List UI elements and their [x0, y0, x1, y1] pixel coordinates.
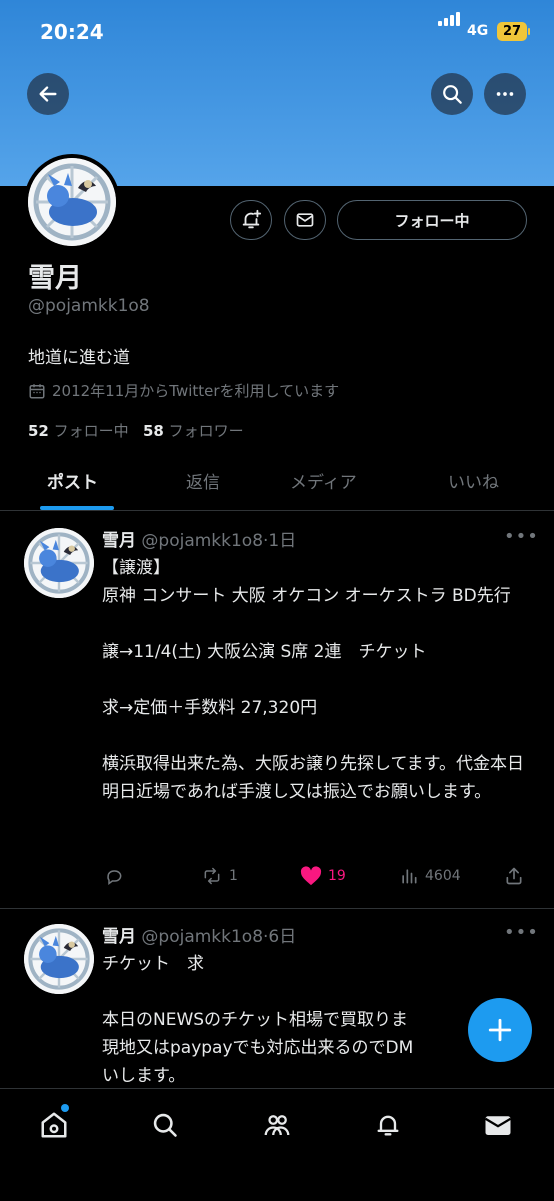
repost-count: 1 [229, 868, 238, 884]
bottom-nav [0, 1088, 554, 1201]
plus-icon [488, 1018, 512, 1042]
post-item[interactable]: 雪月 @pojamkk1o8·1日 ••• 【譲渡】 原神 コンサート 大阪 オ… [0, 520, 554, 908]
post-actions: 1 19 4604 [0, 866, 554, 890]
profile-handle: @pojamkk1o8 [28, 296, 150, 316]
share-button[interactable] [504, 866, 524, 886]
post-author-handle: @pojamkk1o8 [141, 927, 264, 947]
tab-likes[interactable]: いいね [448, 468, 499, 493]
search-icon [443, 85, 462, 104]
reply-icon [107, 870, 122, 885]
following-link[interactable]: 52 フォロー中 [28, 422, 129, 440]
joined-date: 2012年11月からTwitterを利用しています [28, 380, 339, 401]
followers-count: 58 [142, 422, 164, 440]
nav-communities[interactable] [257, 1105, 297, 1145]
post-author-name[interactable]: 雪月 [102, 531, 136, 551]
joined-text: 2012年11月からTwitterを利用しています [52, 382, 340, 400]
tab-replies[interactable]: 返信 [186, 468, 220, 493]
profile-bio: 地道に進む道 [28, 348, 130, 368]
more-button[interactable] [484, 73, 526, 115]
post-avatar[interactable] [24, 924, 94, 994]
reply-button[interactable] [104, 866, 130, 886]
post-avatar[interactable] [24, 528, 94, 598]
messages-icon [484, 1116, 512, 1135]
calendar-icon [29, 383, 45, 398]
post-header: 雪月 @pojamkk1o8·1日 [102, 526, 296, 551]
notify-button[interactable] [230, 200, 272, 240]
home-icon [41, 1112, 67, 1138]
communities-icon [264, 1115, 290, 1136]
tab-posts[interactable]: ポスト [47, 468, 98, 493]
post-author-name[interactable]: 雪月 [102, 927, 136, 947]
nav-explore[interactable] [145, 1105, 185, 1145]
views-count: 4604 [425, 868, 461, 884]
tab-media[interactable]: メディア [290, 468, 357, 493]
nav-notifications[interactable] [368, 1105, 408, 1145]
post-item[interactable]: 雪月 @pojamkk1o8·6日 ••• チケット 求 本日のNEWSのチケッ… [0, 916, 554, 1088]
nav-messages[interactable] [478, 1105, 518, 1145]
profile-name: 雪月 [28, 263, 82, 294]
status-bar: 20:24 4G 27 [0, 0, 554, 66]
search-button[interactable] [431, 73, 473, 115]
post-author-handle: @pojamkk1o8 [141, 531, 264, 551]
bell-plus-icon [242, 209, 262, 229]
following-button[interactable]: フォロー中 [337, 200, 527, 240]
back-button[interactable] [27, 73, 69, 115]
avatar-image [24, 528, 94, 598]
post-text: 【譲渡】 原神 コンサート 大阪 オケコン オーケストラ BD先行 譲→11/4… [102, 558, 524, 802]
mail-icon [296, 213, 314, 227]
battery-icon: 27 [497, 22, 527, 41]
like-button[interactable]: 19 [300, 866, 346, 886]
notifications-icon [377, 1115, 399, 1136]
post-time: ·1日 [263, 531, 297, 551]
follow-counts: 52 フォロー中 58 フォロワー [28, 420, 244, 441]
tab-indicator [40, 506, 114, 510]
back-arrow-icon [39, 86, 57, 102]
profile-avatar[interactable] [24, 154, 120, 250]
post-divider [0, 908, 554, 909]
post-more-icon[interactable]: ••• [504, 922, 539, 943]
post-more-icon[interactable]: ••• [504, 526, 539, 547]
following-count: 52 [28, 422, 49, 440]
followers-label: フォロワー [168, 422, 244, 440]
views-button[interactable]: 4604 [399, 866, 461, 886]
more-icon [496, 92, 514, 96]
repost-button[interactable]: 1 [201, 866, 238, 886]
battery-tip [528, 28, 530, 35]
heart-icon [300, 866, 322, 886]
following-label: フォロー中 [53, 422, 129, 440]
home-unread-dot [61, 1104, 69, 1112]
nav-home[interactable] [34, 1105, 74, 1145]
compose-button[interactable] [468, 998, 532, 1062]
share-icon [506, 867, 522, 885]
explore-icon [153, 1113, 177, 1137]
network-label: 4G [467, 23, 489, 39]
status-time: 20:24 [40, 20, 104, 44]
post-header: 雪月 @pojamkk1o8·6日 [102, 922, 296, 947]
message-button[interactable] [284, 200, 326, 240]
post-time: ·6日 [263, 927, 297, 947]
like-count: 19 [328, 868, 346, 884]
avatar-image [24, 924, 94, 994]
views-icon [402, 869, 417, 884]
followers-link[interactable]: 58 フォロワー [143, 422, 244, 440]
avatar-image [28, 158, 116, 246]
profile-tabs: ポスト 返信 メディア いいね [0, 456, 554, 511]
repost-icon [204, 867, 220, 885]
